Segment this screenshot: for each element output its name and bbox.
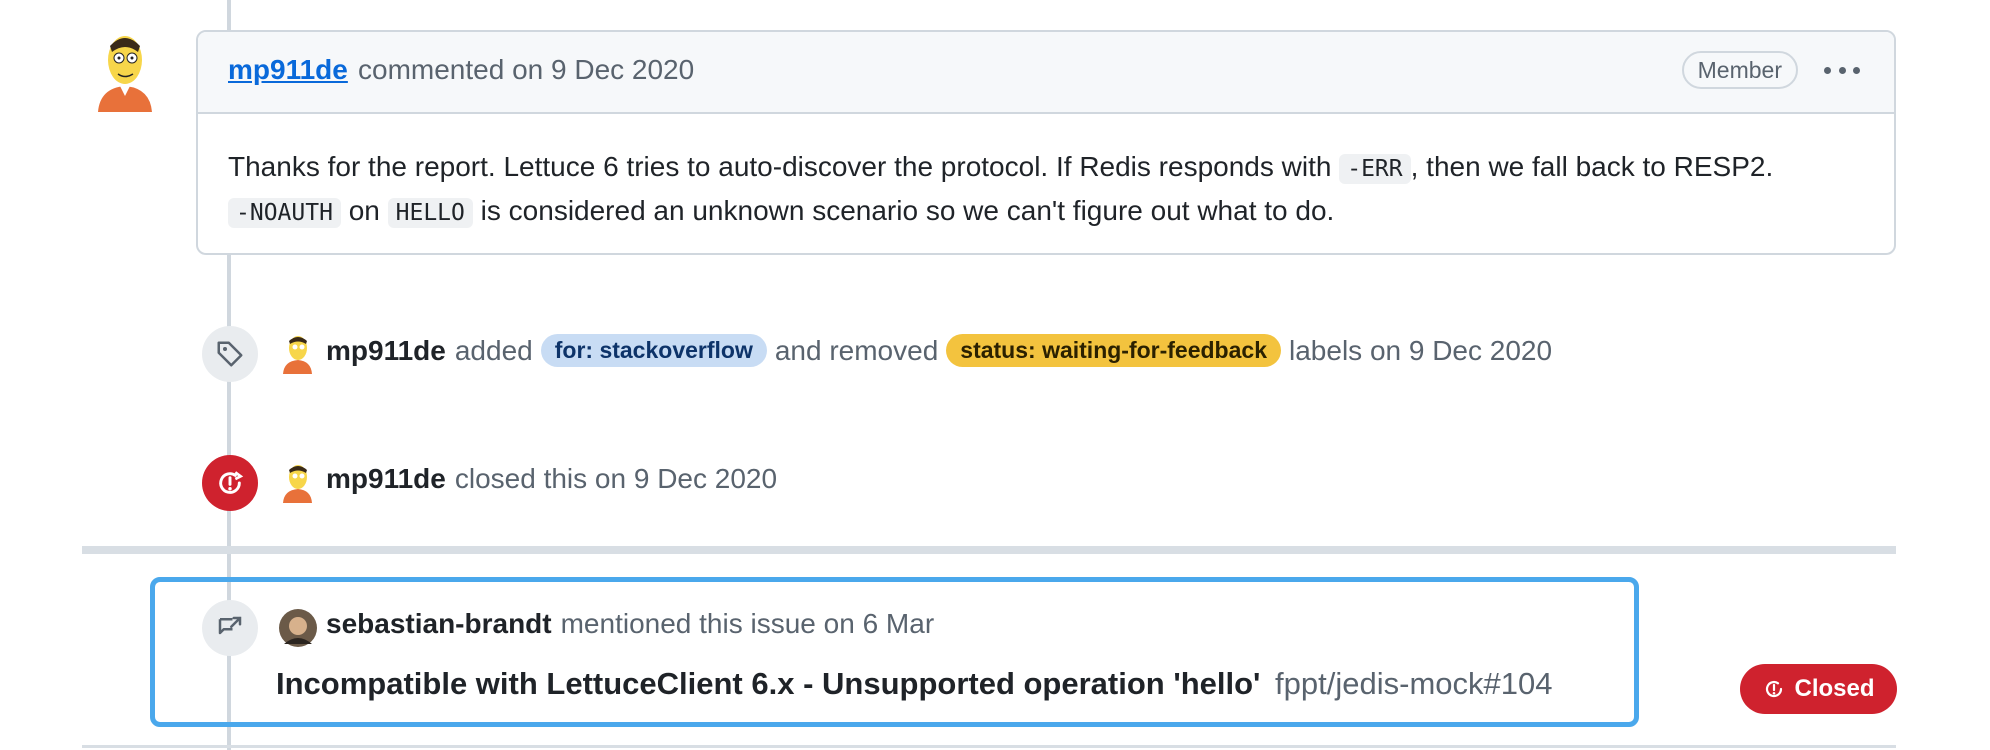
inline-code: HELLO (387, 198, 473, 228)
referenced-issue-title-link[interactable]: Incompatible with LettuceClient 6.x - Un… (276, 666, 1260, 701)
event-text: added (454, 334, 533, 366)
closed-status-label: Closed (1794, 675, 1875, 702)
cross-reference-icon (202, 600, 258, 656)
comment-body: Thanks for the report. Lettuce 6 tries t… (198, 114, 1894, 266)
comment-card: mp911de commented on 9 Dec 2020 Member T… (196, 30, 1896, 255)
more-options-icon[interactable] (1824, 54, 1860, 86)
event-user-link[interactable]: mp911de (326, 335, 446, 367)
comment-text: Thanks for the report. Lettuce 6 tries t… (228, 151, 1340, 182)
comment-timestamp[interactable]: commented on 9 Dec 2020 (358, 54, 694, 86)
tag-icon (202, 326, 258, 382)
referenced-issue: Incompatible with LettuceClient 6.x - Un… (276, 666, 1552, 702)
referenced-issue-number-link[interactable]: fppt/jedis-mock#104 (1275, 666, 1552, 701)
timeline-divider (82, 546, 1896, 554)
member-badge: Member (1681, 51, 1798, 89)
event-user-link[interactable]: sebastian-brandt (326, 608, 552, 640)
mention-event: sebastian-brandt mentioned this issue on… (326, 608, 934, 640)
timeline-divider (82, 745, 1896, 748)
issue-closed-icon (1766, 680, 1783, 698)
inline-code: -NOAUTH (228, 198, 341, 228)
comment-text: on (340, 195, 388, 226)
closed-status-badge: Closed (1740, 664, 1897, 714)
label-status-waiting[interactable]: status: waiting-for-feedback (946, 334, 1281, 367)
close-event: mp911de closed this on 9 Dec 2020 (326, 463, 777, 495)
event-timestamp[interactable]: closed this on 9 Dec 2020 (455, 463, 777, 495)
comment-line-1: Thanks for the report. Lettuce 6 tries t… (228, 146, 1864, 190)
label-event: mp911de added for: stackoverflow and rem… (326, 334, 1552, 367)
comment-text: , then we fall back to RESP2. (1410, 151, 1774, 182)
event-text: and removed (774, 334, 939, 366)
avatar[interactable] (92, 32, 154, 112)
comment-author-link[interactable]: mp911de (228, 54, 348, 86)
comment-line-2: -NOAUTH on HELLO is considered an unknow… (228, 190, 1864, 234)
user-avatar[interactable] (280, 334, 314, 374)
event-timestamp[interactable]: mentioned this issue on 6 Mar (561, 608, 935, 640)
issue-closed-icon (202, 455, 258, 511)
inline-code: -ERR (1339, 154, 1411, 184)
highlight-box (150, 577, 1639, 727)
event-timestamp[interactable]: labels on 9 Dec 2020 (1289, 335, 1552, 367)
user-avatar[interactable] (280, 463, 314, 503)
event-user-link[interactable]: mp911de (326, 463, 446, 495)
label-for-stackoverflow[interactable]: for: stackoverflow (540, 334, 767, 367)
user-avatar[interactable] (278, 608, 318, 648)
comment-text: is considered an unknown scenario so we … (472, 195, 1335, 226)
comment-header: mp911de commented on 9 Dec 2020 Member (198, 32, 1894, 114)
